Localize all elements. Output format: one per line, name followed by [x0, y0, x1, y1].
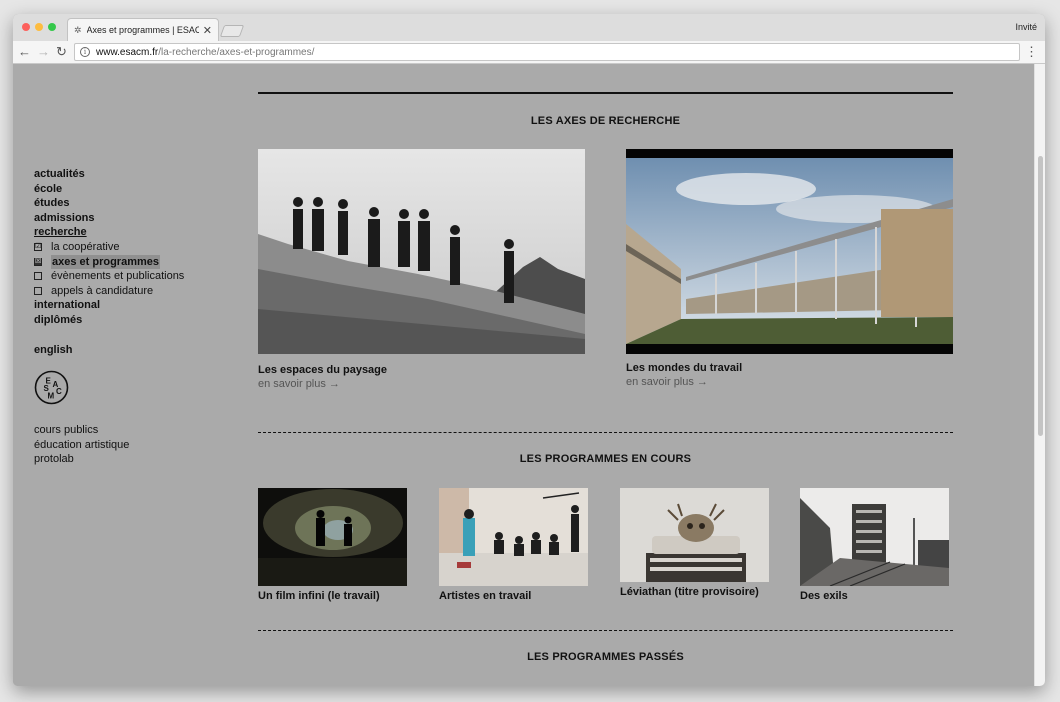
browser-tab[interactable]: ✲ Axes et programmes | ESACM ✕: [67, 18, 219, 41]
nav-item-cours-publics[interactable]: cours publics: [34, 423, 184, 438]
checkbox-icon: [34, 272, 42, 281]
film-infini-photo[interactable]: [258, 488, 407, 586]
axis-card-paysage[interactable]: Les espaces du paysage en savoir plus →: [258, 149, 585, 390]
address-bar[interactable]: i www.esacm.fr /la-recherche/axes-et-pro…: [74, 43, 1020, 61]
programme-title[interactable]: Artistes en travail: [439, 590, 588, 602]
nav-subitem-label: évènements et publications: [51, 270, 185, 283]
dashed-divider: [258, 432, 953, 433]
page-content: actualités école études admissions reche…: [13, 64, 1034, 686]
programme-card-exils[interactable]: Des exils: [800, 488, 949, 602]
nav-subitem-appels[interactable]: appels à candidature: [34, 284, 184, 299]
browser-toolbar: ← → ↻ i www.esacm.fr /la-recherche/axes-…: [13, 41, 1045, 64]
browser-menu-icon[interactable]: ⋮: [1025, 44, 1038, 60]
programme-title[interactable]: Des exils: [800, 590, 949, 602]
nav-item-actualites[interactable]: actualités: [34, 167, 184, 182]
nav-item-ecole[interactable]: école: [34, 182, 184, 197]
logo-letter: M: [48, 392, 55, 401]
minimize-window-button[interactable]: [35, 23, 43, 31]
nav-item-diplomes[interactable]: diplômés: [34, 313, 184, 328]
esacm-logo[interactable]: E S A C M: [34, 370, 69, 405]
nav-subitem-evenements[interactable]: évènements et publications: [34, 269, 184, 284]
paysage-photo[interactable]: [258, 149, 585, 354]
nav-subitem-label: axes et programmes: [51, 254, 160, 270]
programme-card-leviathan[interactable]: Léviathan (titre provisoire): [620, 488, 769, 598]
tab-bar: ✲ Axes et programmes | ESACM ✕ Invité: [13, 14, 1045, 41]
nav-subitem-label: la coopérative: [51, 240, 120, 253]
nav-item-admissions[interactable]: admissions: [34, 211, 184, 226]
guest-profile-label[interactable]: Invité: [1015, 22, 1037, 32]
axis-card-travail[interactable]: Les mondes du travail en savoir plus →: [626, 149, 953, 388]
nav-item-etudes[interactable]: études: [34, 196, 184, 211]
reload-icon[interactable]: ↻: [56, 44, 67, 60]
programme-title[interactable]: Léviathan (titre provisoire): [620, 586, 769, 598]
artistes-photo[interactable]: [439, 488, 588, 586]
checkbox-icon: ☑: [34, 243, 42, 252]
browser-window: ✲ Axes et programmes | ESACM ✕ Invité ← …: [13, 14, 1045, 686]
programme-card-artistes[interactable]: Artistes en travail: [439, 488, 588, 602]
nav-subitem-label: appels à candidature: [51, 284, 154, 297]
more-link[interactable]: en savoir plus →: [258, 378, 585, 390]
nav-item-international[interactable]: international: [34, 298, 184, 313]
favicon-icon: ✲: [74, 24, 82, 35]
url-host: www.esacm.fr: [96, 46, 159, 58]
nav-subitem-axes-et-programmes[interactable]: ☒ axes et programmes: [34, 254, 184, 270]
new-tab-button[interactable]: [219, 25, 245, 37]
nav-subitem-cooperative[interactable]: ☑ la coopérative: [34, 240, 184, 255]
url-path: /la-recherche/axes-et-programmes/: [158, 46, 315, 58]
axes-heading: LES AXES DE RECHERCHE: [530, 115, 681, 127]
travail-photo[interactable]: [626, 149, 953, 354]
checkbox-icon: [34, 287, 42, 296]
nav-item-education-artistique[interactable]: éducation artistique: [34, 438, 184, 453]
back-arrow-icon[interactable]: ←: [18, 44, 31, 60]
axis-title[interactable]: Les mondes du travail: [626, 362, 953, 374]
leviathan-photo[interactable]: [620, 488, 769, 582]
tab-title: Axes et programmes | ESACM: [86, 25, 199, 35]
checkbox-icon: ☒: [34, 257, 42, 266]
nav-item-recherche[interactable]: recherche: [34, 225, 184, 240]
info-icon[interactable]: i: [80, 47, 90, 57]
zoom-window-button[interactable]: [48, 23, 56, 31]
more-link[interactable]: en savoir plus →: [626, 376, 953, 388]
logo-letter: C: [56, 387, 62, 396]
language-switch-english[interactable]: english: [34, 343, 184, 358]
axis-title[interactable]: Les espaces du paysage: [258, 364, 585, 376]
tab-close-icon[interactable]: ✕: [203, 24, 212, 37]
side-navigation: actualités école études admissions reche…: [34, 167, 184, 467]
programme-title[interactable]: Un film infini (le travail): [258, 590, 407, 602]
nav-item-protolab[interactable]: protolab: [34, 452, 184, 467]
page-scrollbar[interactable]: [1034, 64, 1045, 686]
exils-photo[interactable]: [800, 488, 949, 586]
top-divider: [258, 92, 953, 94]
programmes-passes-heading: LES PROGRAMMES PASSÉS: [527, 651, 684, 663]
programme-card-film-infini[interactable]: Un film infini (le travail): [258, 488, 407, 602]
close-window-button[interactable]: [22, 23, 30, 31]
programmes-en-cours-heading: LES PROGRAMMES EN COURS: [519, 453, 692, 465]
dashed-divider: [258, 630, 953, 631]
scrollbar-thumb[interactable]: [1038, 156, 1043, 436]
forward-arrow-icon[interactable]: →: [37, 44, 50, 60]
